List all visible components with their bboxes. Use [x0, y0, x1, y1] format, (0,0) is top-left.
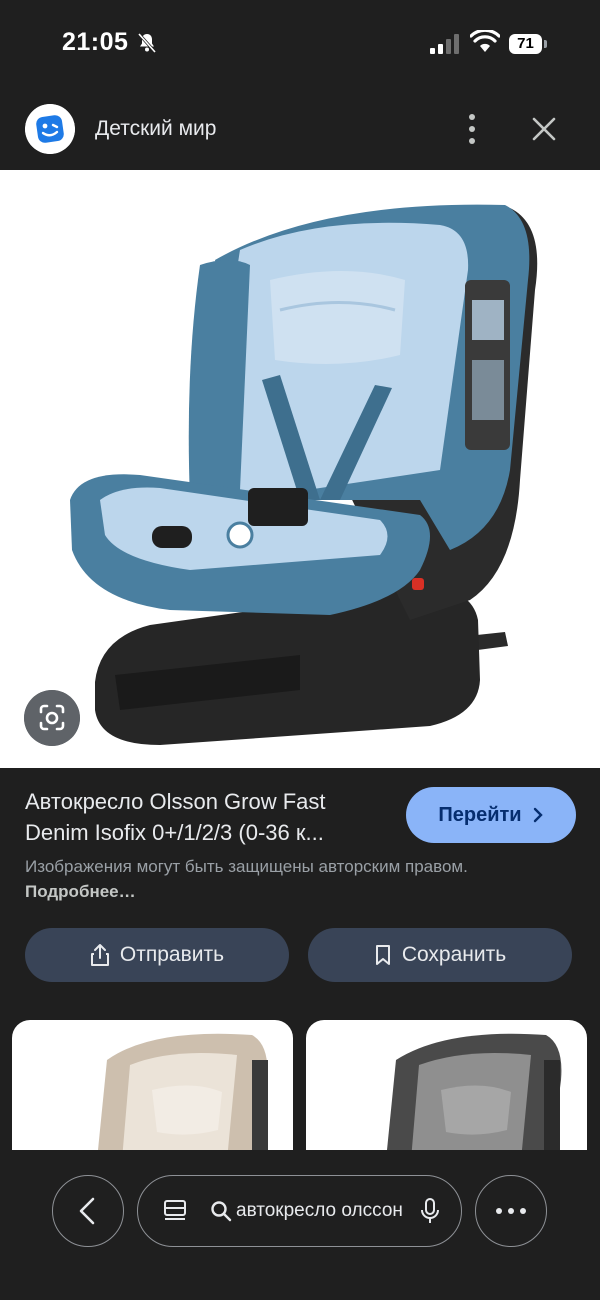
- bookmark-icon: [375, 945, 390, 965]
- go-to-site-button[interactable]: Перейти: [406, 787, 576, 843]
- share-button[interactable]: Отправить: [25, 928, 289, 982]
- share-label: Отправить: [119, 943, 225, 966]
- copyright-notice: Изображения могут быть защищены авторски…: [25, 854, 545, 904]
- go-label: Перейти: [438, 803, 522, 826]
- search-bar[interactable]: автокресло олссон: [137, 1175, 462, 1247]
- car-seat-illustration: [70, 204, 538, 745]
- car-seat-grey-illustration: [386, 1033, 562, 1160]
- back-icon: [79, 1197, 94, 1224]
- more-horiz-icon: [495, 1207, 526, 1214]
- chevron-right-icon: [533, 807, 543, 823]
- related-image-grey[interactable]: [306, 1020, 587, 1160]
- more-info-link[interactable]: Подробнее…: [25, 882, 136, 901]
- bell-off-icon: [137, 33, 157, 53]
- more-options-button[interactable]: [475, 1175, 547, 1247]
- car-seat-beige-illustration: [97, 1033, 268, 1160]
- save-button[interactable]: Сохранить: [308, 928, 572, 982]
- product-title-line1: Автокресло Olsson Grow Fast: [25, 789, 326, 814]
- tabs-icon[interactable]: [162, 1198, 188, 1224]
- battery-icon: 71: [509, 34, 547, 54]
- copyright-text: Изображения могут быть защищены авторски…: [25, 857, 468, 876]
- share-icon: [90, 944, 109, 966]
- save-label: Сохранить: [401, 943, 507, 966]
- site-title: Детский мир: [95, 117, 217, 140]
- close-icon[interactable]: [530, 115, 558, 143]
- more-vert-icon[interactable]: [462, 112, 482, 146]
- wifi-icon: [470, 30, 500, 52]
- product-image[interactable]: [0, 170, 600, 768]
- site-logo-icon: [25, 104, 75, 154]
- search-query[interactable]: автокресло олссон: [236, 1200, 406, 1222]
- google-lens-button[interactable]: [24, 690, 80, 746]
- status-time: 21:05: [62, 28, 129, 56]
- search-icon: [211, 1201, 232, 1222]
- mic-icon[interactable]: [419, 1197, 441, 1225]
- back-button[interactable]: [52, 1175, 124, 1247]
- product-title[interactable]: Автокресло Olsson Grow Fast Denim Isofix…: [25, 786, 395, 848]
- related-image-beige[interactable]: [12, 1020, 293, 1160]
- signal-icon: [430, 34, 459, 54]
- battery-level: 71: [509, 34, 542, 54]
- product-title-line2: Denim Isofix 0+/1/2/3 (0-36 к...: [25, 820, 324, 845]
